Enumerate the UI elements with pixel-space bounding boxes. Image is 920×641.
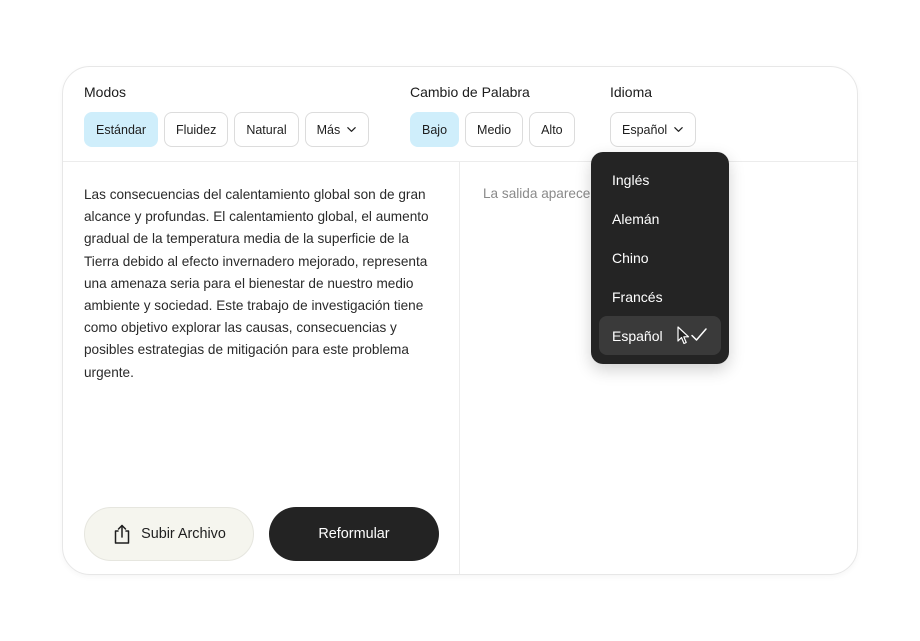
mouse-pointer-icon — [677, 326, 690, 345]
upload-file-label: Subir Archivo — [141, 526, 226, 542]
language-option-espanol[interactable]: Español — [599, 316, 721, 355]
check-icon — [691, 328, 707, 341]
chevron-down-icon — [347, 127, 357, 132]
chevron-down-icon — [674, 127, 683, 132]
language-option-aleman[interactable]: Alemán — [599, 199, 721, 238]
word-change-label: Cambio de Palabra — [410, 84, 530, 100]
mode-chip-natural[interactable]: Natural — [234, 112, 299, 147]
language-label: Idioma — [610, 84, 653, 100]
mode-more-label: Más — [316, 122, 341, 137]
header-divider — [63, 161, 857, 162]
language-dropdown-menu: Inglés Alemán Chino Francés Español — [591, 152, 729, 364]
word-change-chip-bajo[interactable]: Bajo — [410, 112, 460, 147]
modes-chip-group: Estándar Fluidez Natural Más — [84, 112, 370, 147]
paraphraser-card: Modos Estándar Fluidez Natural Más Cambi… — [62, 66, 858, 575]
word-change-chip-group: Bajo Medio Alto — [410, 112, 575, 147]
language-option-ingles[interactable]: Inglés — [599, 160, 721, 199]
rephrase-button[interactable]: Reformular — [269, 507, 439, 561]
modes-label: Modos — [84, 84, 127, 100]
word-change-chip-alto[interactable]: Alto — [529, 112, 575, 147]
mode-more-dropdown[interactable]: Más — [304, 112, 370, 147]
upload-file-button[interactable]: Subir Archivo — [84, 507, 254, 561]
pane-divider — [459, 161, 460, 574]
input-text-area[interactable]: Las consecuencias del calentamiento glob… — [84, 184, 439, 384]
language-selected-value: Español — [622, 122, 668, 137]
language-option-frances[interactable]: Francés — [599, 277, 721, 316]
mode-chip-fluidez[interactable]: Fluidez — [164, 112, 229, 147]
language-option-espanol-label: Español — [612, 327, 663, 344]
word-change-chip-medio[interactable]: Medio — [465, 112, 524, 147]
language-select-wrap: Español — [610, 112, 697, 147]
language-select[interactable]: Español — [610, 112, 697, 147]
language-option-chino[interactable]: Chino — [599, 238, 721, 277]
upload-icon — [114, 524, 130, 544]
mode-chip-estandar[interactable]: Estándar — [84, 112, 159, 147]
